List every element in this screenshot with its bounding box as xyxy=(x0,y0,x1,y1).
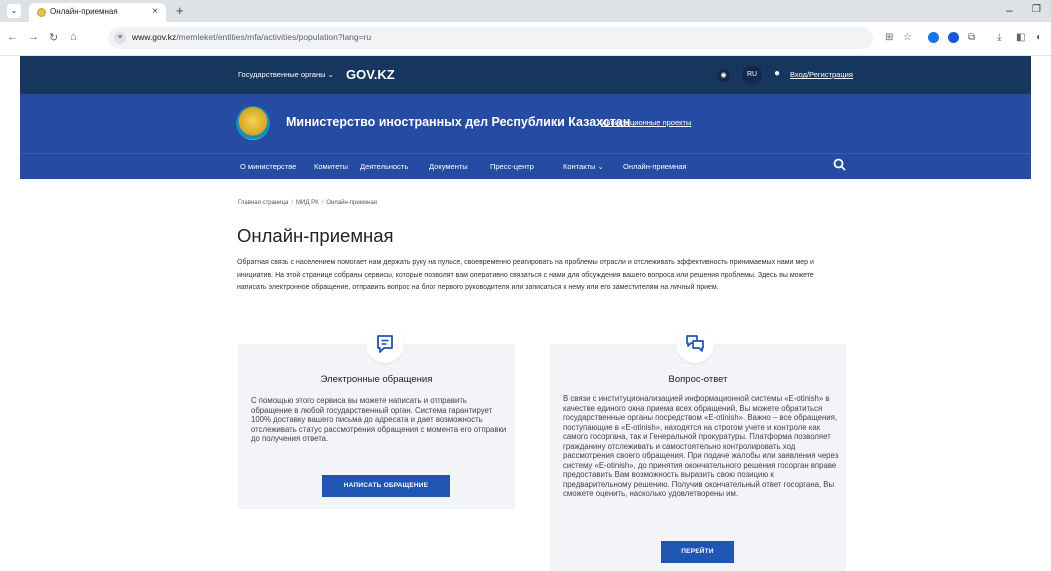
card-qa: Вопрос-ответ В связи с институционализац… xyxy=(550,344,846,571)
message-icon xyxy=(366,325,404,363)
search-icon[interactable] xyxy=(833,158,846,176)
forward-icon[interactable]: → xyxy=(28,31,39,43)
reload-icon[interactable]: ↻ xyxy=(49,31,58,44)
chevron-down-icon: ⌄ xyxy=(327,70,334,79)
language-button[interactable]: RU xyxy=(742,66,762,84)
minimize-icon[interactable]: – xyxy=(1006,3,1013,17)
address-bar[interactable]: ≡ www.gov.kz/memleket/entities/mfa/activ… xyxy=(108,27,873,49)
profile-icon[interactable]: ◐ xyxy=(1036,32,1042,43)
nav-documents[interactable]: Документы xyxy=(429,162,468,171)
sidepanel-icon[interactable]: ◧ xyxy=(1016,32,1025,43)
translate-icon[interactable]: ⊞ xyxy=(885,32,893,43)
back-icon[interactable]: ← xyxy=(7,31,18,43)
investment-projects-link[interactable]: Инвестиционные проекты xyxy=(601,118,691,127)
new-tab-icon[interactable]: + xyxy=(176,3,184,18)
chevron-down-icon: ⌄ xyxy=(597,162,604,171)
favicon-icon xyxy=(37,8,46,17)
site-info-icon[interactable]: ≡ xyxy=(114,32,126,44)
close-tab-icon[interactable]: × xyxy=(152,6,158,17)
url-text: www.gov.kz/memleket/entities/mfa/activit… xyxy=(132,32,372,42)
user-icon: ● xyxy=(774,68,781,79)
login-link[interactable]: Вход/Регистрация xyxy=(790,70,853,79)
extensions-puzzle-icon[interactable]: ⧉ xyxy=(968,32,975,43)
nav-activity[interactable]: Деятельность xyxy=(360,162,408,171)
write-appeal-button[interactable]: НАПИСАТЬ ОБРАЩЕНИЕ xyxy=(322,475,450,497)
card-text: В связи с институционализацией информаци… xyxy=(563,394,839,498)
card-title: Электронные обращения xyxy=(320,374,433,385)
restore-icon[interactable]: ❐ xyxy=(1032,4,1041,15)
breadcrumb-mfa[interactable]: МИД РК xyxy=(296,200,319,206)
nav-committees[interactable]: Комитеты xyxy=(314,162,348,171)
extension-icon[interactable] xyxy=(928,32,939,43)
main-nav: О министерстве Комитеты Деятельность Док… xyxy=(20,153,1031,179)
chat-icon xyxy=(676,325,714,363)
gov-agencies-dropdown[interactable]: Государственные органы ⌄ xyxy=(238,70,334,79)
tab-title: Онлайн-приемная xyxy=(50,7,118,16)
visually-impaired-icon[interactable]: ◉ xyxy=(717,69,730,82)
breadcrumb: Главная страница / МИД РК / Онлайн-приемная xyxy=(238,200,378,206)
nav-about[interactable]: О министерстве xyxy=(240,162,296,171)
ministry-header: Министерство иностранных дел Республики … xyxy=(20,94,1031,153)
card-text: С помощью этого сервиса вы можете написа… xyxy=(251,396,507,443)
go-button[interactable]: ПЕРЕЙТИ xyxy=(661,541,734,563)
breadcrumb-home[interactable]: Главная страница xyxy=(238,200,288,206)
download-icon[interactable]: ⤓ xyxy=(997,32,1001,43)
govkz-logo[interactable]: GOV.KZ xyxy=(346,67,395,82)
bookmark-star-icon[interactable]: ☆ xyxy=(903,32,912,43)
home-icon[interactable]: ⌂ xyxy=(70,31,77,43)
card-e-appeals: Электронные обращения С помощью этого се… xyxy=(238,344,515,509)
nav-press[interactable]: Пресс-центр xyxy=(490,162,534,171)
intro-text: Обратная связь с населением помогает нам… xyxy=(237,259,814,292)
browser-toolbar: ← → ↻ ⌂ ≡ www.gov.kz/memleket/entities/m… xyxy=(0,22,1051,56)
site-topbar: Государственные органы ⌄ GOV.KZ ◉ RU ● В… xyxy=(20,56,1031,94)
nav-online-reception[interactable]: Онлайн-приемная xyxy=(623,162,686,171)
browser-tab[interactable]: Онлайн-приемная × xyxy=(29,3,166,22)
state-emblem-icon[interactable] xyxy=(236,106,270,140)
breadcrumb-current: Онлайн-приемная xyxy=(326,200,378,206)
card-title: Вопрос-ответ xyxy=(668,374,728,385)
page-title: Онлайн-приемная xyxy=(237,225,394,246)
extension-icon[interactable] xyxy=(948,32,959,43)
ministry-name[interactable]: Министерство иностранных дел Республики … xyxy=(286,115,630,129)
tab-search-icon[interactable]: ⌄ xyxy=(7,4,21,18)
nav-contacts[interactable]: Контакты ⌄ xyxy=(563,162,604,171)
browser-tabstrip: ⌄ Онлайн-приемная × + – ❐ xyxy=(0,0,1051,22)
